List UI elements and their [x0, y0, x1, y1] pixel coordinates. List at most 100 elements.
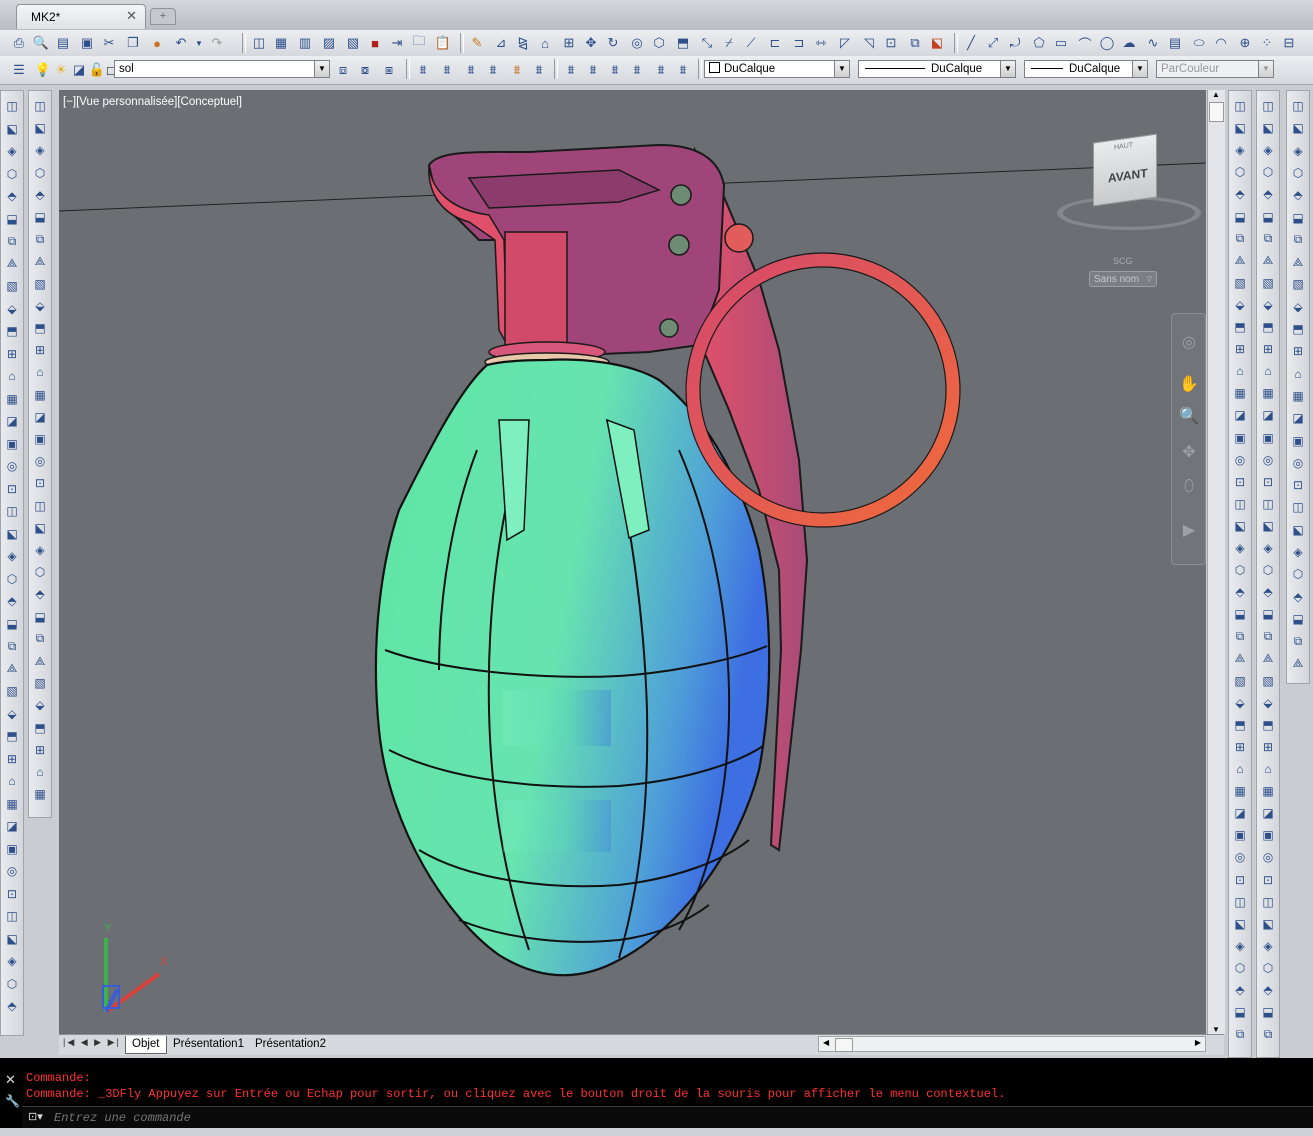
- lc2-tool-1-icon[interactable]: ◫: [31, 97, 49, 115]
- lc2-tool-21-icon[interactable]: ◈: [31, 541, 49, 559]
- lc1-tool-40-icon[interactable]: ⬡: [3, 975, 21, 993]
- lc2-tool-23-icon[interactable]: ⬘: [31, 585, 49, 603]
- rc1-tool-2-icon[interactable]: ⬕: [1231, 119, 1249, 137]
- layer-states-icon[interactable]: ⧆: [380, 61, 398, 79]
- lc2-tool-15-icon[interactable]: ◪: [31, 408, 49, 426]
- lc1-tool-34-icon[interactable]: ▣: [3, 840, 21, 858]
- layer-tool-10-icon[interactable]: ⩩: [628, 61, 646, 79]
- lc2-tool-7-icon[interactable]: ⧉: [31, 230, 49, 248]
- chevron-down-icon[interactable]: ▽: [1147, 272, 1152, 287]
- rc2-tool-36-icon[interactable]: ⊡: [1259, 871, 1277, 889]
- layer-tool-11-icon[interactable]: ⩩: [652, 61, 670, 79]
- ellipse-arc-icon[interactable]: ◠: [1212, 34, 1230, 52]
- rc1-tool-37-icon[interactable]: ◫: [1231, 893, 1249, 911]
- rc2-tool-11-icon[interactable]: ⬒: [1259, 318, 1277, 336]
- xline-icon[interactable]: ⤢: [984, 34, 1002, 52]
- pan-icon[interactable]: ✋: [1179, 374, 1199, 394]
- rc1-tool-33-icon[interactable]: ◪: [1231, 804, 1249, 822]
- lc1-tool-21-icon[interactable]: ◈: [3, 547, 21, 565]
- rc1-tool-14-icon[interactable]: ▦: [1231, 384, 1249, 402]
- tab-presentation1[interactable]: Présentation1: [167, 1036, 250, 1053]
- lc1-tool-41-icon[interactable]: ⬘: [3, 997, 21, 1015]
- stretch-icon[interactable]: ⤡: [698, 34, 716, 52]
- rc3-tool-16-icon[interactable]: ▣: [1289, 432, 1307, 450]
- orbit-icon[interactable]: ◎: [628, 34, 646, 52]
- rc2-tool-23-icon[interactable]: ⬘: [1259, 583, 1277, 601]
- rc3-tool-22-icon[interactable]: ⬡: [1289, 565, 1307, 583]
- match-properties-icon[interactable]: ⬕: [928, 34, 946, 52]
- trim-icon[interactable]: ⌿: [720, 34, 738, 52]
- zoom-icon[interactable]: 🔍: [1179, 406, 1199, 426]
- rc2-tool-40-icon[interactable]: ⬡: [1259, 959, 1277, 977]
- lc1-tool-9-icon[interactable]: ▧: [3, 277, 21, 295]
- layer-tool-7-icon[interactable]: ⩩: [562, 61, 580, 79]
- rc1-tool-42-icon[interactable]: ⬓: [1231, 1003, 1249, 1021]
- block-icon[interactable]: ◫: [250, 34, 268, 52]
- line-icon[interactable]: ╱: [962, 34, 980, 52]
- cut-icon[interactable]: ✂: [100, 34, 118, 52]
- lc1-tool-30-icon[interactable]: ⊞: [3, 750, 21, 768]
- layer-tool-1-icon[interactable]: ⩩: [414, 61, 432, 79]
- rc2-tool-24-icon[interactable]: ⬓: [1259, 605, 1277, 623]
- rc1-tool-40-icon[interactable]: ⬡: [1231, 959, 1249, 977]
- redo-icon[interactable]: ↷: [208, 34, 226, 52]
- lc2-tool-29-icon[interactable]: ⬒: [31, 719, 49, 737]
- scroll-down-icon[interactable]: ▼: [1212, 1025, 1220, 1034]
- rc1-tool-12-icon[interactable]: ⊞: [1231, 340, 1249, 358]
- lineweight-combo[interactable]: DuCalque ▼: [1024, 60, 1148, 78]
- lc1-tool-37-icon[interactable]: ◫: [3, 907, 21, 925]
- lc1-tool-11-icon[interactable]: ⬒: [3, 322, 21, 340]
- rc1-tool-41-icon[interactable]: ⬘: [1231, 981, 1249, 999]
- rc2-tool-13-icon[interactable]: ⌂: [1259, 362, 1277, 380]
- lc1-tool-20-icon[interactable]: ⬕: [3, 525, 21, 543]
- rc2-tool-22-icon[interactable]: ⬡: [1259, 561, 1277, 579]
- lc2-tool-18-icon[interactable]: ⊡: [31, 474, 49, 492]
- lc2-tool-28-icon[interactable]: ⬙: [31, 696, 49, 714]
- lc1-tool-17-icon[interactable]: ◎: [3, 457, 21, 475]
- lc2-tool-13-icon[interactable]: ⌂: [31, 363, 49, 381]
- drawing-viewport[interactable]: [−][Vue personnalisée][Conceptuel] Y X A…: [59, 90, 1206, 1034]
- render-icon[interactable]: ■: [366, 34, 384, 52]
- lc1-tool-12-icon[interactable]: ⊞: [3, 345, 21, 363]
- rc3-tool-20-icon[interactable]: ⬕: [1289, 521, 1307, 539]
- rc1-tool-16-icon[interactable]: ▣: [1231, 429, 1249, 447]
- lc1-tool-4-icon[interactable]: ⬡: [3, 165, 21, 183]
- rc2-tool-35-icon[interactable]: ◎: [1259, 848, 1277, 866]
- preview-icon[interactable]: 🔍: [32, 34, 50, 52]
- rc2-tool-42-icon[interactable]: ⬓: [1259, 1003, 1277, 1021]
- rc2-tool-4-icon[interactable]: ⬡: [1259, 163, 1277, 181]
- insert-block-icon[interactable]: ⊕: [1236, 34, 1254, 52]
- rc1-tool-27-icon[interactable]: ▧: [1231, 672, 1249, 690]
- rc2-tool-9-icon[interactable]: ▧: [1259, 274, 1277, 292]
- rc3-tool-17-icon[interactable]: ◎: [1289, 454, 1307, 472]
- render-sphere-icon[interactable]: ●: [148, 34, 166, 52]
- rc1-tool-24-icon[interactable]: ⬓: [1231, 605, 1249, 623]
- rc2-tool-41-icon[interactable]: ⬘: [1259, 981, 1277, 999]
- rc2-tool-14-icon[interactable]: ▦: [1259, 384, 1277, 402]
- rc1-tool-21-icon[interactable]: ◈: [1231, 539, 1249, 557]
- tab-presentation2[interactable]: Présentation2: [249, 1036, 332, 1053]
- lc2-tool-30-icon[interactable]: ⊞: [31, 741, 49, 759]
- ellipse-icon[interactable]: ⬭: [1190, 34, 1208, 52]
- rc2-tool-3-icon[interactable]: ◈: [1259, 141, 1277, 159]
- folder-icon[interactable]: 🗀: [410, 33, 428, 52]
- rc2-tool-7-icon[interactable]: ⧉: [1259, 230, 1277, 248]
- rc3-tool-6-icon[interactable]: ⬓: [1289, 209, 1307, 227]
- lc1-tool-24-icon[interactable]: ⬓: [3, 615, 21, 633]
- rc2-tool-21-icon[interactable]: ◈: [1259, 539, 1277, 557]
- rc3-tool-7-icon[interactable]: ⧉: [1289, 231, 1307, 249]
- command-prompt-icon[interactable]: ⊡▾: [28, 1110, 43, 1123]
- lc1-tool-2-icon[interactable]: ⬕: [3, 120, 21, 138]
- rc1-tool-43-icon[interactable]: ⧉: [1231, 1025, 1249, 1043]
- publish-icon[interactable]: ▤: [54, 34, 72, 52]
- markup-icon[interactable]: ▧: [344, 34, 362, 52]
- lc2-tool-22-icon[interactable]: ⬡: [31, 563, 49, 581]
- rc1-tool-4-icon[interactable]: ⬡: [1231, 163, 1249, 181]
- lc1-tool-26-icon[interactable]: ⟁: [3, 660, 21, 678]
- rc2-tool-19-icon[interactable]: ◫: [1259, 495, 1277, 513]
- rc1-tool-5-icon[interactable]: ⬘: [1231, 185, 1249, 203]
- lc2-tool-8-icon[interactable]: ⟁: [31, 252, 49, 270]
- chamfer-icon[interactable]: ⇿: [812, 34, 830, 52]
- 3d-box-icon[interactable]: ⬡: [650, 34, 668, 52]
- rc2-tool-26-icon[interactable]: ⟁: [1259, 650, 1277, 668]
